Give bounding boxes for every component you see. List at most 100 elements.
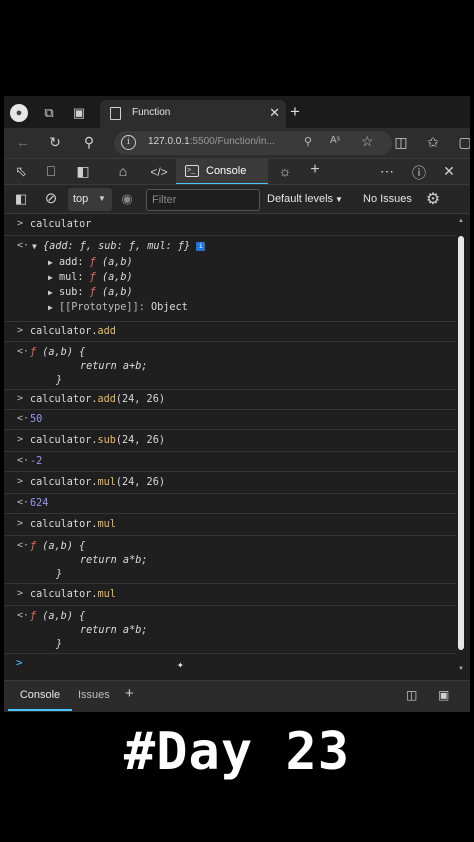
- plus-icon[interactable]: +: [125, 685, 134, 702]
- scrollbar-thumb[interactable]: [458, 236, 464, 650]
- console-output[interactable]: > calculator <· ▼ {add: ƒ, sub: ƒ, mul: …: [4, 214, 456, 680]
- result-value: 50: [30, 414, 43, 425]
- info-icon[interactable]: i: [121, 135, 136, 150]
- issues-counter[interactable]: No Issues: [363, 193, 412, 205]
- console-scrollbar[interactable]: ▲ ▼: [456, 214, 466, 680]
- chevron-right-icon: >: [17, 218, 24, 229]
- chevron-down-icon: ▼: [98, 194, 106, 203]
- property-value: (a,b): [101, 272, 133, 283]
- object-prototype[interactable]: ▶ [[Prototype]]: Object: [48, 301, 188, 315]
- welcome-icon[interactable]: ⌂: [114, 163, 132, 179]
- caption-text: #Day 23: [123, 722, 351, 782]
- prototype-key: [[Prototype]]: [58, 302, 139, 313]
- tab-strip: ● ⧉ ▣ Function ✕ +: [4, 96, 470, 128]
- favorites-icon[interactable]: ✩: [424, 134, 442, 151]
- workspaces-icon[interactable]: ⧉: [40, 104, 58, 122]
- chevron-right-icon: >: [17, 588, 24, 599]
- read-aloud-icon[interactable]: Aˢ: [330, 135, 340, 146]
- chevron-left-icon: <·: [17, 413, 30, 424]
- navigation-bar: ← ↻ ⚲ i 127.0.0.1:5500/Function/in... ⚲ …: [4, 128, 470, 158]
- property-key: mul: [58, 272, 78, 283]
- result-value: 624: [30, 498, 49, 509]
- chevron-left-icon: <·: [17, 455, 30, 466]
- console-input-text: calculator: [30, 219, 92, 230]
- sidebar-toggle-icon[interactable]: ◧: [12, 191, 30, 207]
- close-icon[interactable]: ✕: [440, 163, 458, 180]
- url-text: 127.0.0.1:5500/Function/in...: [148, 136, 275, 147]
- plus-icon[interactable]: +: [290, 102, 300, 122]
- close-drawer-icon[interactable]: ▣: [438, 688, 449, 702]
- console-result-row: <· -2: [4, 452, 456, 472]
- console-input-row: > calculator.add(24, 26): [4, 390, 456, 410]
- collections-icon[interactable]: ▢: [456, 134, 470, 151]
- back-icon[interactable]: ←: [14, 134, 32, 150]
- browser-tab[interactable]: Function ✕: [100, 100, 286, 128]
- object-property[interactable]: ▶ sub: ƒ (a,b): [48, 286, 133, 300]
- split-screen-icon[interactable]: ◫: [392, 134, 410, 151]
- scroll-up-icon[interactable]: ▲: [458, 218, 464, 224]
- zoom-icon[interactable]: ⚲: [304, 135, 312, 148]
- triangle-down-icon[interactable]: ▼: [32, 242, 37, 251]
- property-key: sub: [58, 287, 78, 298]
- object-property[interactable]: ▶ mul: ƒ (a,b): [48, 271, 133, 285]
- tab-title: Function: [132, 107, 171, 118]
- console-input-row: > calculator.sub(24, 26): [4, 430, 456, 452]
- plus-icon[interactable]: +: [306, 161, 324, 179]
- console-input-text: calculator.mul: [30, 519, 116, 530]
- console-result-row: <· ƒ (a,b) { return a+b; }: [4, 342, 456, 390]
- function-body: return a+b;: [80, 361, 148, 372]
- console-prompt-icon[interactable]: >: [16, 656, 23, 670]
- dock-drawer-icon[interactable]: ◫: [406, 688, 417, 702]
- context-select[interactable]: top ▼: [68, 188, 112, 211]
- drawer-tab-console[interactable]: Console: [8, 681, 72, 711]
- console-input-row: > calculator.mul: [4, 584, 456, 606]
- favorite-icon[interactable]: ☆: [361, 133, 374, 150]
- triangle-right-icon: ▶: [48, 258, 53, 267]
- chevron-left-icon: <·: [17, 540, 30, 551]
- function-close: }: [56, 569, 63, 580]
- device-icon[interactable]: ⎕: [42, 163, 60, 180]
- function-signature: ƒ (a,b) {: [30, 541, 86, 552]
- search-icon[interactable]: ⚲: [80, 134, 98, 151]
- triangle-right-icon: ▶: [48, 303, 53, 312]
- triangle-right-icon: ▶: [48, 273, 53, 282]
- scroll-down-icon[interactable]: ▼: [458, 666, 464, 672]
- console-input-row: > calculator.mul(24, 26): [4, 472, 456, 494]
- object-property[interactable]: ▶ add: ƒ (a,b): [48, 256, 133, 270]
- filter-input[interactable]: [146, 189, 260, 211]
- drawer-tab-issues[interactable]: Issues: [78, 681, 110, 711]
- console-result-row: <· ▼ {add: ƒ, sub: ƒ, mul: ƒ} i ▶ add: ƒ…: [4, 236, 456, 322]
- close-icon[interactable]: ✕: [269, 105, 280, 121]
- debug-icon[interactable]: ☼: [276, 163, 294, 179]
- chevron-left-icon: <·: [17, 610, 30, 621]
- tab-console[interactable]: >_ Console: [176, 159, 268, 185]
- sources-icon[interactable]: </>: [150, 165, 168, 179]
- chevron-left-icon: <·: [17, 497, 30, 508]
- inspect-icon[interactable]: ⬁: [12, 163, 30, 180]
- chevron-left-icon: <·: [17, 240, 30, 251]
- tab-console-label: Console: [206, 165, 247, 177]
- more-icon[interactable]: ⋯: [378, 163, 396, 180]
- dock-icon[interactable]: ◧: [74, 163, 92, 180]
- console-filter-bar: ◧ ⊘ top ▼ ◉ Default levels▼ No Issues ⚙: [4, 184, 470, 214]
- devtools-drawer: Console Issues + ◫ ▣: [4, 680, 470, 712]
- function-close: }: [56, 375, 63, 386]
- gear-icon[interactable]: ⚙: [424, 189, 442, 209]
- refresh-icon[interactable]: ↻: [46, 134, 64, 151]
- console-input-row: > calculator: [4, 214, 456, 236]
- console-result-row: <· 624: [4, 494, 456, 514]
- object-preview[interactable]: ▼ {add: ƒ, sub: ƒ, mul: ƒ} i: [32, 240, 206, 254]
- help-icon[interactable]: ⓘ: [410, 163, 428, 183]
- eye-icon[interactable]: ◉: [118, 191, 136, 207]
- profile-icon[interactable]: ●: [10, 104, 28, 122]
- property-value: (a,b): [101, 287, 133, 298]
- clear-console-icon[interactable]: ⊘: [42, 189, 60, 207]
- property-key: add: [58, 257, 78, 268]
- log-levels-dropdown[interactable]: Default levels ▼: [267, 193, 343, 205]
- console-input-text: calculator.mul(24, 26): [30, 477, 165, 488]
- address-bar[interactable]: i 127.0.0.1:5500/Function/in... ⚲ Aˢ ☆: [114, 131, 392, 155]
- console-input-row: > calculator.add: [4, 322, 456, 342]
- tab-actions-icon[interactable]: ▣: [70, 104, 88, 122]
- function-close: }: [56, 639, 63, 650]
- info-badge-icon: i: [196, 241, 206, 251]
